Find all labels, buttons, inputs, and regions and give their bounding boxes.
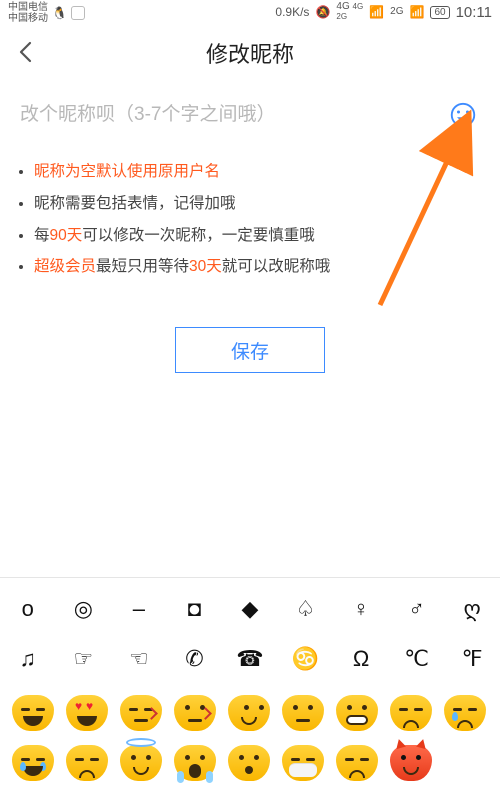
carrier-2: 中国移动 bbox=[8, 13, 48, 24]
emoji-face-icon bbox=[66, 695, 108, 731]
symbol-key-row2-0[interactable]: ♫ bbox=[6, 646, 50, 672]
symbol-key-row1-1[interactable]: ◎ bbox=[61, 596, 105, 622]
symbol-key-row1-2[interactable]: – bbox=[117, 596, 161, 622]
symbol-key-row2-3[interactable]: ✆ bbox=[172, 646, 216, 672]
battery-level: 60 bbox=[430, 6, 449, 19]
save-button[interactable]: 保存 bbox=[175, 327, 325, 373]
emoji-face-icon bbox=[282, 695, 324, 731]
back-button[interactable] bbox=[14, 40, 38, 64]
emoji-face-icon bbox=[120, 695, 162, 731]
rule-4: 超级会员最短只用等待30天就可以改昵称哦 bbox=[34, 251, 470, 283]
emoji-face-icon bbox=[390, 745, 432, 781]
nickname-input[interactable] bbox=[20, 104, 436, 126]
emoji-halo[interactable] bbox=[114, 738, 168, 788]
rules-list: 昵称为空默认使用原用户名 昵称需要包括表情，记得加哦 每90天可以修改一次昵称，… bbox=[0, 136, 500, 283]
symbol-key-row2-5[interactable]: ♋ bbox=[284, 646, 328, 672]
emoji-grin[interactable] bbox=[6, 688, 60, 738]
emoji-beaming[interactable] bbox=[330, 688, 384, 738]
signal-icon-1: 📶 bbox=[369, 5, 384, 19]
app-tray-icon bbox=[71, 6, 85, 20]
carrier-1: 中国电信 bbox=[8, 2, 48, 13]
rule-2: 昵称需要包括表情，记得加哦 bbox=[34, 188, 470, 220]
emoji-face-icon bbox=[228, 695, 270, 731]
header: 修改昵称 bbox=[0, 26, 500, 80]
symbol-key-row1-4[interactable]: ◆ bbox=[228, 596, 272, 622]
emoji-persevere[interactable] bbox=[60, 738, 114, 788]
symbol-key-row2-6[interactable]: Ω bbox=[339, 646, 383, 672]
emoji-kissing[interactable] bbox=[168, 688, 222, 738]
symbol-key-row1-0[interactable]: o bbox=[6, 596, 50, 622]
qq-icon: 🐧 bbox=[52, 6, 67, 20]
symbol-key-row1-6[interactable]: ♀ bbox=[339, 596, 383, 622]
emoji-face-icon bbox=[120, 745, 162, 781]
symbol-key-row1-8[interactable]: ღ bbox=[450, 596, 494, 622]
symbol-key-row2-8[interactable]: ℉ bbox=[450, 646, 494, 672]
status-bar: 中国电信 中国移动 🐧 0.9K/s 🔕 4G 4G 2G 📶 2G 📶 60 … bbox=[0, 0, 500, 26]
emoji-neutral[interactable] bbox=[276, 688, 330, 738]
rule-1: 昵称为空默认使用原用户名 bbox=[34, 156, 470, 188]
signal-icon-2: 📶 bbox=[409, 5, 424, 19]
emoji-face-icon bbox=[390, 695, 432, 731]
emoji-face-icon bbox=[174, 745, 216, 781]
emoji-heart-eyes[interactable] bbox=[60, 688, 114, 738]
emoji-face-icon bbox=[228, 745, 270, 781]
emoji-scream[interactable] bbox=[168, 738, 222, 788]
symbol-key-row2-2[interactable]: ☜ bbox=[117, 646, 161, 672]
emoji-face-icon bbox=[174, 695, 216, 731]
rule-3: 每90天可以修改一次昵称，一定要慎重哦 bbox=[34, 220, 470, 252]
symbol-key-row1-7[interactable]: ♂ bbox=[395, 596, 439, 622]
emoji-devil[interactable] bbox=[384, 738, 438, 788]
emoji-smirk[interactable] bbox=[222, 688, 276, 738]
emoji-disappointed[interactable] bbox=[330, 738, 384, 788]
network-2g: 2G bbox=[390, 7, 403, 17]
emoji-hushed[interactable] bbox=[222, 738, 276, 788]
emoji-kissing-closed[interactable] bbox=[114, 688, 168, 738]
network-4g: 4G 4G 2G bbox=[336, 2, 363, 22]
emoji-face-icon bbox=[444, 695, 486, 731]
emoji-face-icon bbox=[12, 745, 54, 781]
symbol-keyboard: o ◎–◘ ◆ ♤ ♀ ♂ ღ ♫ ☞ ☜ ✆ ☎ ♋ Ω ℃ ℉ bbox=[0, 577, 500, 800]
emoji-picker-button[interactable] bbox=[446, 98, 480, 132]
symbol-key-row1-5[interactable]: ♤ bbox=[284, 596, 328, 622]
emoji-pensive[interactable] bbox=[384, 688, 438, 738]
symbol-key-row1-3[interactable]: ◘ bbox=[172, 596, 216, 622]
symbol-key-row2-1[interactable]: ☞ bbox=[61, 646, 105, 672]
emoji-tears-of-joy[interactable] bbox=[6, 738, 60, 788]
emoji-face-icon bbox=[66, 745, 108, 781]
symbol-key-row2-7[interactable]: ℃ bbox=[395, 646, 439, 672]
page-title: 修改昵称 bbox=[206, 37, 294, 69]
emoji-face-icon bbox=[12, 695, 54, 731]
symbol-key-row2-4[interactable]: ☎ bbox=[228, 646, 272, 672]
emoji-face-icon bbox=[282, 745, 324, 781]
emoji-face-icon bbox=[336, 745, 378, 781]
emoji-face-icon bbox=[336, 695, 378, 731]
emoji-sleepy[interactable] bbox=[438, 688, 492, 738]
mute-icon: 🔕 bbox=[315, 5, 330, 19]
clock: 10:11 bbox=[456, 4, 492, 21]
net-speed: 0.9K/s bbox=[275, 5, 309, 19]
emoji-mask[interactable] bbox=[276, 738, 330, 788]
